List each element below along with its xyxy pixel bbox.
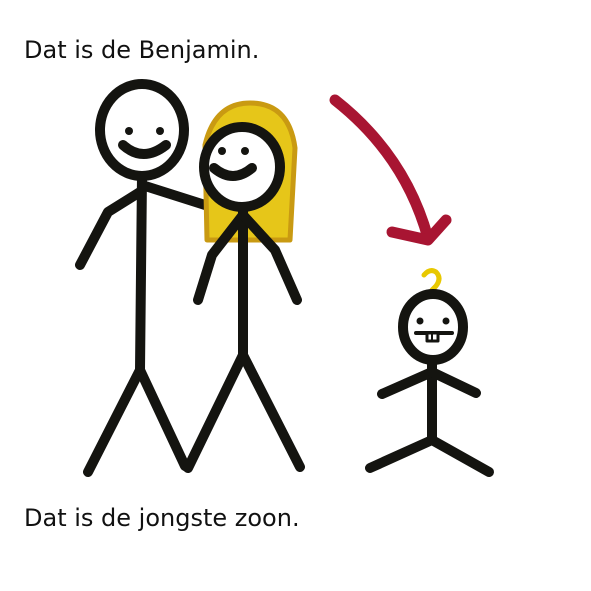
boy-arm-left [377, 367, 437, 399]
woman-leg-left [183, 350, 248, 473]
man-head [95, 79, 189, 181]
man-arm-left [75, 187, 145, 270]
man-body [135, 171, 147, 375]
man-leg-left [83, 365, 145, 477]
curved-arrow-icon [329, 94, 452, 246]
stick-figure-boy [365, 268, 494, 477]
man-eye-right [156, 127, 164, 135]
boy-head [398, 289, 468, 365]
boy-eye-right [442, 317, 450, 325]
woman-eye-left [218, 147, 226, 155]
stick-figure-illustration [75, 79, 494, 477]
stick-figure-woman [183, 100, 305, 473]
man-eye-left [125, 127, 133, 135]
boy-leg-left [365, 435, 437, 473]
woman-eye-right [241, 147, 249, 155]
boy-eye-left [416, 317, 424, 325]
question-mark-icon [421, 268, 442, 293]
caption-bottom: Dat is de jongste zoon. [24, 504, 300, 532]
man-leg-right [135, 365, 190, 471]
boy-arm-right [427, 367, 481, 398]
woman-leg-right [238, 350, 305, 472]
boy-leg-right [427, 435, 494, 477]
man-smile [118, 140, 171, 159]
